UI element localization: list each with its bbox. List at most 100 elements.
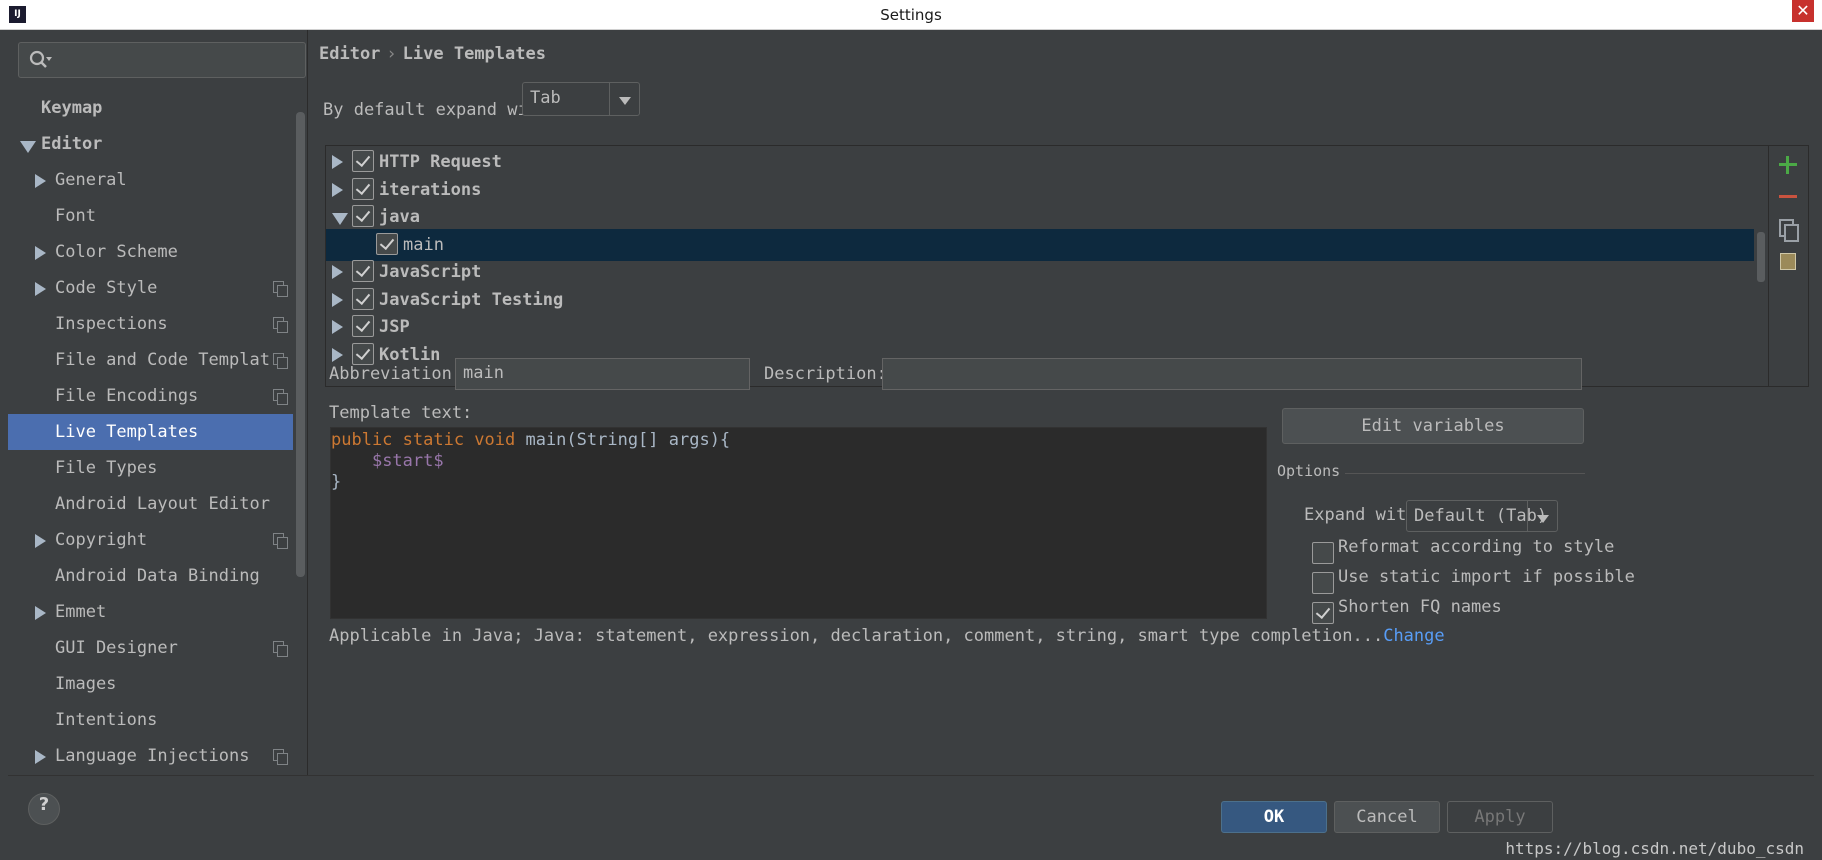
static-import-label[interactable]: Use static import if possible (1338, 567, 1635, 587)
collapsed-arrow-icon[interactable] (332, 265, 343, 279)
restore-icon[interactable] (1777, 250, 1799, 272)
collapsed-arrow-icon[interactable] (35, 282, 46, 296)
sidebar-item-label: Inspections (55, 314, 168, 334)
sidebar-item[interactable]: File Encodings (8, 378, 298, 414)
change-context-link[interactable]: Change (1383, 626, 1444, 646)
sidebar-item[interactable]: Editor (8, 126, 298, 162)
sidebar-item[interactable]: Intentions (8, 702, 298, 738)
project-settings-icon (273, 353, 288, 369)
chevron-down-icon[interactable] (609, 83, 639, 115)
sidebar-item[interactable]: General (8, 162, 298, 198)
collapsed-arrow-icon[interactable] (35, 246, 46, 260)
ok-button[interactable]: OK (1221, 801, 1327, 833)
template-text-editor[interactable]: public static void main(String[] args){ … (330, 427, 1267, 619)
abbreviation-field[interactable]: main (455, 358, 750, 390)
sidebar-item[interactable]: File Types (8, 450, 298, 486)
settings-tree: Keymap Editor General Font Color Scheme Code … (8, 90, 298, 774)
project-settings-icon (273, 389, 288, 405)
sidebar-item-label: Code Style (55, 278, 158, 298)
chevron-down-icon[interactable] (1527, 501, 1557, 531)
sidebar-item[interactable]: Android Data Binding (8, 558, 298, 594)
sidebar-item[interactable]: GUI Designer (8, 630, 298, 666)
default-expand-label: By default expand with (323, 100, 549, 120)
abbreviation-value: main (463, 363, 504, 383)
expand-with-label: Expand with (1304, 505, 1417, 525)
shorten-fq-label[interactable]: Shorten FQ names (1338, 597, 1502, 617)
shorten-fq-checkbox[interactable] (1312, 602, 1334, 624)
description-field[interactable] (882, 358, 1582, 390)
sidebar-item[interactable]: Copyright (8, 522, 298, 558)
plus-icon[interactable] (1777, 154, 1799, 176)
sidebar-item-label: File Encodings (55, 386, 199, 406)
breadcrumb: Editor › Live Templates (319, 44, 546, 64)
code-line: } (331, 472, 1266, 493)
sidebar-item[interactable]: File and Code Templat (8, 342, 298, 378)
template-checkbox[interactable] (352, 205, 374, 227)
reformat-label[interactable]: Reformat according to style (1338, 537, 1614, 557)
reformat-checkbox[interactable] (1312, 542, 1334, 564)
collapsed-arrow-icon[interactable] (332, 182, 343, 197)
sidebar-item-label: Copyright (55, 530, 148, 550)
collapsed-arrow-icon[interactable] (332, 347, 343, 362)
apply-button[interactable]: Apply (1447, 801, 1553, 833)
code-keywords: public static void (331, 430, 516, 450)
template-text-label: Template text: (329, 403, 473, 423)
template-checkbox[interactable] (352, 287, 374, 310)
sidebar-item-label: Intentions (55, 710, 158, 730)
applicable-contexts: Applicable in Java; Java: statement, exp… (329, 626, 1445, 646)
window-title: Settings (880, 6, 942, 24)
template-checkbox[interactable] (376, 232, 398, 255)
default-expand-select[interactable]: Tab (522, 82, 640, 116)
sidebar-item[interactable]: Color Scheme (8, 234, 298, 270)
sidebar-item[interactable]: Code Style (8, 270, 298, 306)
close-window-button[interactable]: ✕ (1792, 0, 1814, 22)
cancel-button[interactable]: Cancel (1334, 801, 1440, 833)
templates-tree: HTTP Request iterations java main JavaScript… (326, 146, 1754, 386)
collapsed-arrow-icon[interactable] (35, 606, 46, 620)
sidebar-item-label: Font (55, 206, 96, 226)
templates-scroll-thumb[interactable] (1757, 232, 1765, 282)
sidebar-item[interactable]: Live Templates (8, 414, 298, 450)
description-label: Description: (764, 364, 887, 384)
template-checkbox[interactable] (352, 260, 374, 282)
templates-scrollbar[interactable] (1754, 146, 1768, 386)
sidebar-scrollbar[interactable] (293, 110, 307, 775)
expanded-arrow-icon[interactable] (332, 213, 348, 225)
minus-icon[interactable] (1777, 186, 1799, 208)
sidebar-item[interactable]: Inspections (8, 306, 298, 342)
collapsed-arrow-icon[interactable] (35, 750, 46, 764)
template-checkbox[interactable] (352, 177, 374, 200)
collapsed-arrow-icon[interactable] (332, 320, 343, 334)
project-settings-icon (273, 533, 288, 549)
sidebar-item-label: GUI Designer (55, 638, 178, 658)
sidebar-item[interactable]: Language Injections (8, 738, 298, 774)
static-import-checkbox[interactable] (1312, 572, 1334, 594)
duplicate-icon[interactable] (1777, 218, 1799, 242)
sidebar-item[interactable]: Android Layout Editor (8, 486, 298, 522)
sidebar-item-label: Android Data Binding (55, 566, 260, 586)
sidebar-item[interactable]: Emmet (8, 594, 298, 630)
template-checkbox[interactable] (352, 150, 374, 172)
sidebar-item-label: Live Templates (55, 422, 199, 442)
collapsed-arrow-icon[interactable] (35, 534, 46, 548)
sidebar-item[interactable]: Keymap (8, 90, 298, 126)
collapsed-arrow-icon[interactable] (35, 174, 46, 188)
expand-with-select[interactable]: Default (Tab) (1406, 500, 1558, 532)
help-icon[interactable]: ? (28, 793, 60, 825)
edit-variables-button[interactable]: Edit variables (1282, 408, 1584, 444)
live-templates-panel: Editor › Live Templates By default expand … (310, 30, 1814, 775)
sidebar-item[interactable]: Font (8, 198, 298, 234)
sidebar-item[interactable]: Images (8, 666, 298, 702)
breadcrumb-separator: › (386, 44, 397, 64)
breadcrumb-parent[interactable]: Editor (319, 44, 380, 64)
template-checkbox[interactable] (352, 342, 374, 365)
collapsed-arrow-icon[interactable] (332, 155, 343, 169)
expanded-arrow-icon[interactable] (20, 141, 36, 153)
search-icon (29, 50, 52, 68)
template-checkbox[interactable] (352, 315, 374, 337)
search-input[interactable] (18, 42, 306, 78)
sidebar-item-label: Editor (41, 134, 103, 154)
sidebar-scroll-thumb[interactable] (296, 112, 305, 577)
collapsed-arrow-icon[interactable] (332, 292, 343, 307)
